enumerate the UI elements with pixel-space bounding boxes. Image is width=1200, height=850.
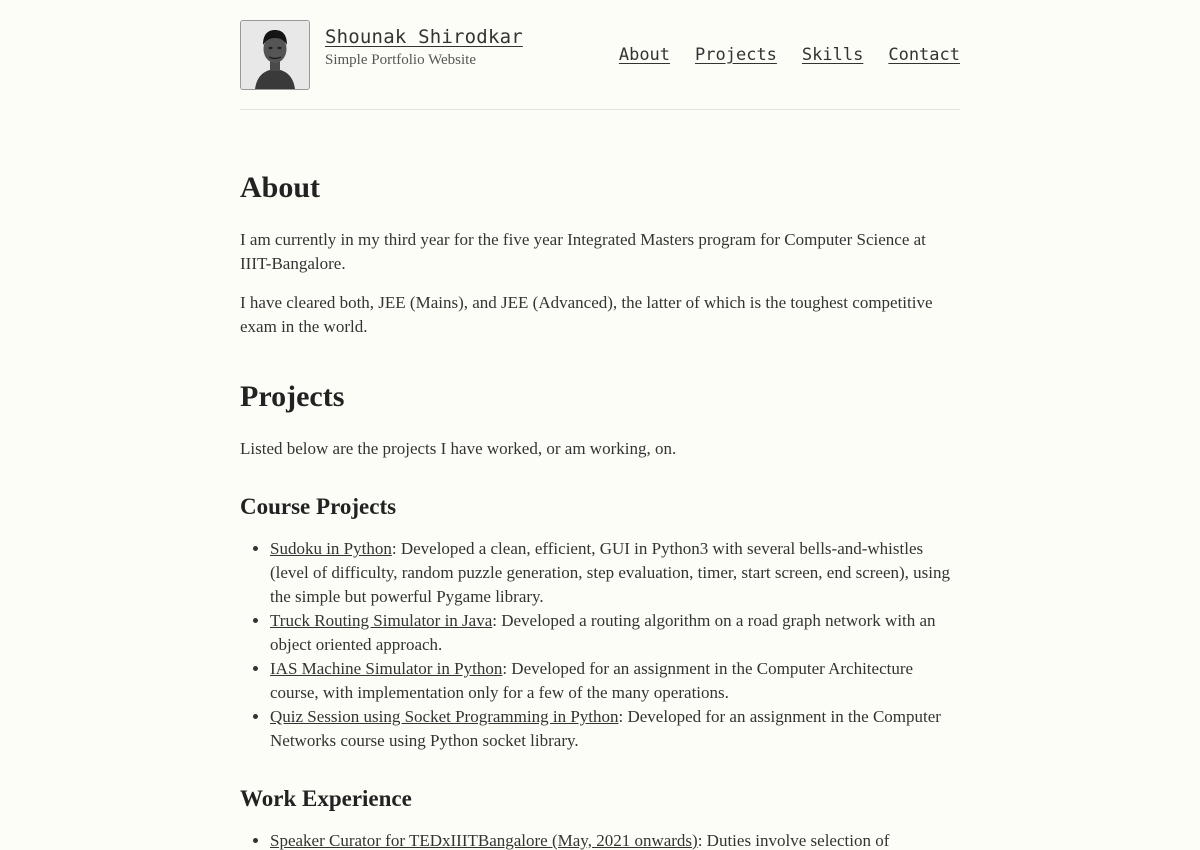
- projects-section: Projects Listed below are the projects I…: [240, 379, 960, 850]
- work-experience-heading: Work Experience: [240, 786, 412, 811]
- about-paragraph: I am currently in my third year for the …: [240, 230, 926, 273]
- list-item: IAS Machine Simulator in Python: Develop…: [270, 657, 960, 705]
- nav-link-skills[interactable]: Skills: [802, 44, 863, 66]
- about-heading: About: [240, 171, 321, 204]
- work-description: : Duties involve selection of: [697, 831, 890, 850]
- course-projects-heading: Course Projects: [240, 494, 397, 519]
- projects-intro: Listed below are the projects I have wor…: [240, 439, 677, 458]
- main-nav: About Projects Skills Contact: [619, 44, 960, 66]
- site-header: Shounak Shirodkar Simple Portfolio Websi…: [240, 0, 960, 110]
- about-section: About I am currently in my third year fo…: [240, 170, 960, 339]
- main-content: About I am currently in my third year fo…: [240, 110, 960, 850]
- work-experience-list: Speaker Curator for TEDxIIITBangalore (M…: [240, 829, 960, 850]
- about-paragraph: I have cleared both, JEE (Mains), and JE…: [240, 293, 933, 336]
- site-tagline: Simple Portfolio Website: [325, 52, 477, 68]
- project-link-sudoku[interactable]: Sudoku in Python: [270, 539, 392, 558]
- nav-link-contact[interactable]: Contact: [888, 44, 960, 66]
- projects-heading: Projects: [240, 380, 345, 413]
- list-item: Quiz Session using Socket Programming in…: [270, 705, 960, 753]
- project-link-quiz-session[interactable]: Quiz Session using Socket Programming in…: [270, 707, 619, 726]
- list-item: Truck Routing Simulator in Java: Develop…: [270, 609, 960, 657]
- nav-link-about[interactable]: About: [619, 44, 670, 66]
- work-link-tedx[interactable]: Speaker Curator for TEDxIIITBangalore (M…: [270, 831, 698, 850]
- site-title-link[interactable]: Shounak Shirodkar: [325, 25, 523, 49]
- page: Shounak Shirodkar Simple Portfolio Websi…: [240, 0, 960, 850]
- list-item: Speaker Curator for TEDxIIITBangalore (M…: [270, 829, 960, 850]
- profile-photo: [241, 21, 309, 89]
- course-projects-list: Sudoku in Python: Developed a clean, eff…: [240, 537, 960, 753]
- project-link-ias-simulator[interactable]: IAS Machine Simulator in Python: [270, 659, 502, 678]
- list-item: Sudoku in Python: Developed a clean, eff…: [270, 537, 960, 609]
- avatar: [240, 20, 310, 90]
- brand: Shounak Shirodkar Simple Portfolio Websi…: [325, 25, 523, 71]
- project-link-truck-routing[interactable]: Truck Routing Simulator in Java: [270, 611, 492, 630]
- nav-link-projects[interactable]: Projects: [695, 44, 777, 66]
